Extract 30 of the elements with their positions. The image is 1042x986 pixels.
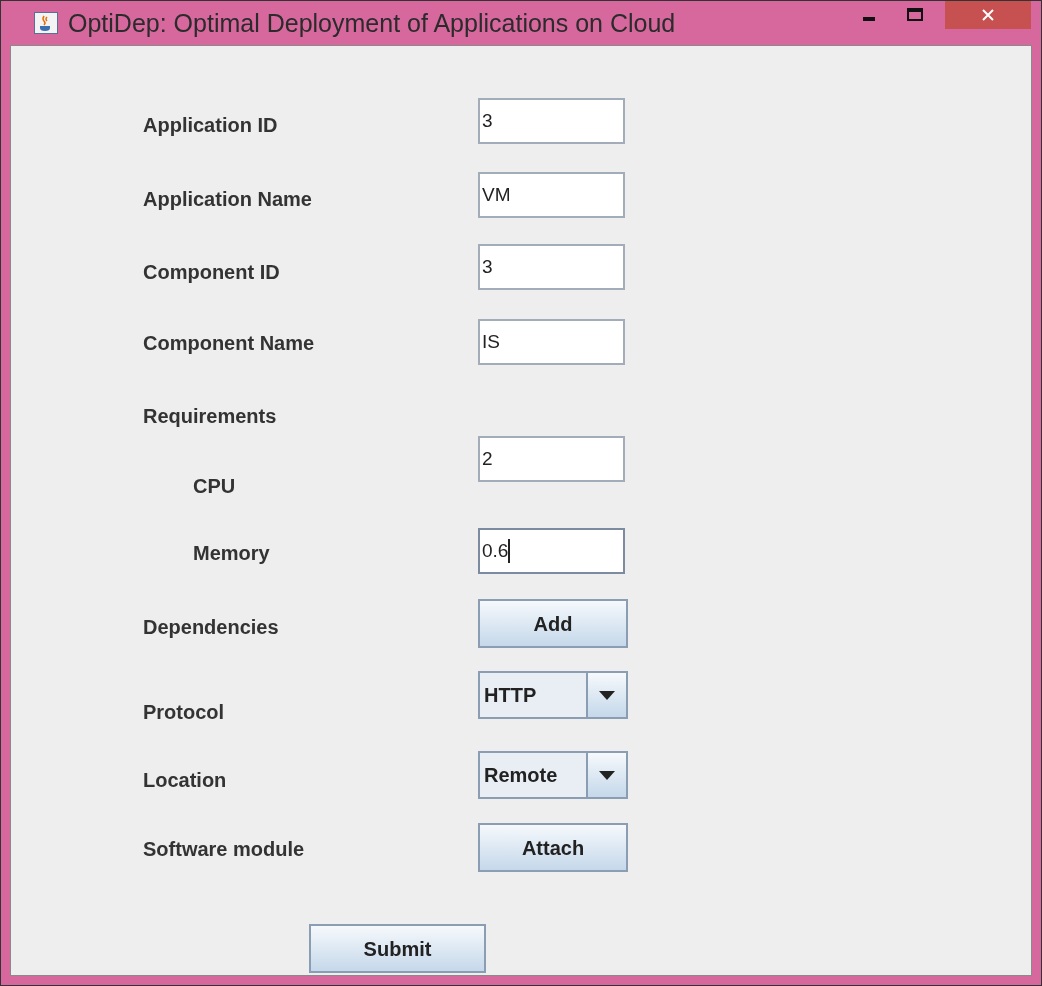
field-label: Application ID bbox=[143, 114, 278, 136]
field-label: Location bbox=[143, 769, 227, 791]
caret-icon bbox=[599, 770, 615, 780]
window-title: OptiDep: Optimal Deployment of Applications on Cloud bbox=[68, 8, 676, 39]
field-label: CPU bbox=[193, 475, 236, 497]
field-label: Software module bbox=[143, 838, 305, 860]
dropdown[interactable]: HTTP bbox=[478, 671, 628, 719]
text-field[interactable]: 3 bbox=[478, 98, 625, 144]
text-field[interactable]: VM bbox=[478, 172, 625, 218]
field-label: Application Name bbox=[143, 188, 312, 210]
text-cursor bbox=[508, 539, 511, 563]
maximize-icon[interactable] bbox=[907, 8, 923, 21]
text-field[interactable]: 2 bbox=[478, 436, 625, 482]
field-label: Component Name bbox=[143, 332, 315, 354]
field-label: Protocol bbox=[143, 701, 225, 723]
field-label: Dependencies bbox=[143, 616, 279, 638]
button[interactable]: Submit bbox=[309, 924, 486, 973]
text-field[interactable]: IS bbox=[478, 319, 625, 365]
close-icon bbox=[982, 9, 994, 21]
field-label: Memory bbox=[193, 542, 270, 564]
button[interactable]: Attach bbox=[478, 823, 628, 872]
field-label: Component ID bbox=[143, 261, 280, 283]
close-button[interactable] bbox=[945, 1, 1031, 29]
text-field[interactable]: 3 bbox=[478, 244, 625, 290]
java-cup-icon bbox=[34, 12, 58, 34]
dropdown[interactable]: Remote bbox=[478, 751, 628, 799]
text-field[interactable]: 0.6 bbox=[478, 528, 625, 574]
caret-icon bbox=[599, 690, 615, 700]
button[interactable]: Add bbox=[478, 599, 628, 648]
field-label: Requirements bbox=[143, 405, 277, 427]
